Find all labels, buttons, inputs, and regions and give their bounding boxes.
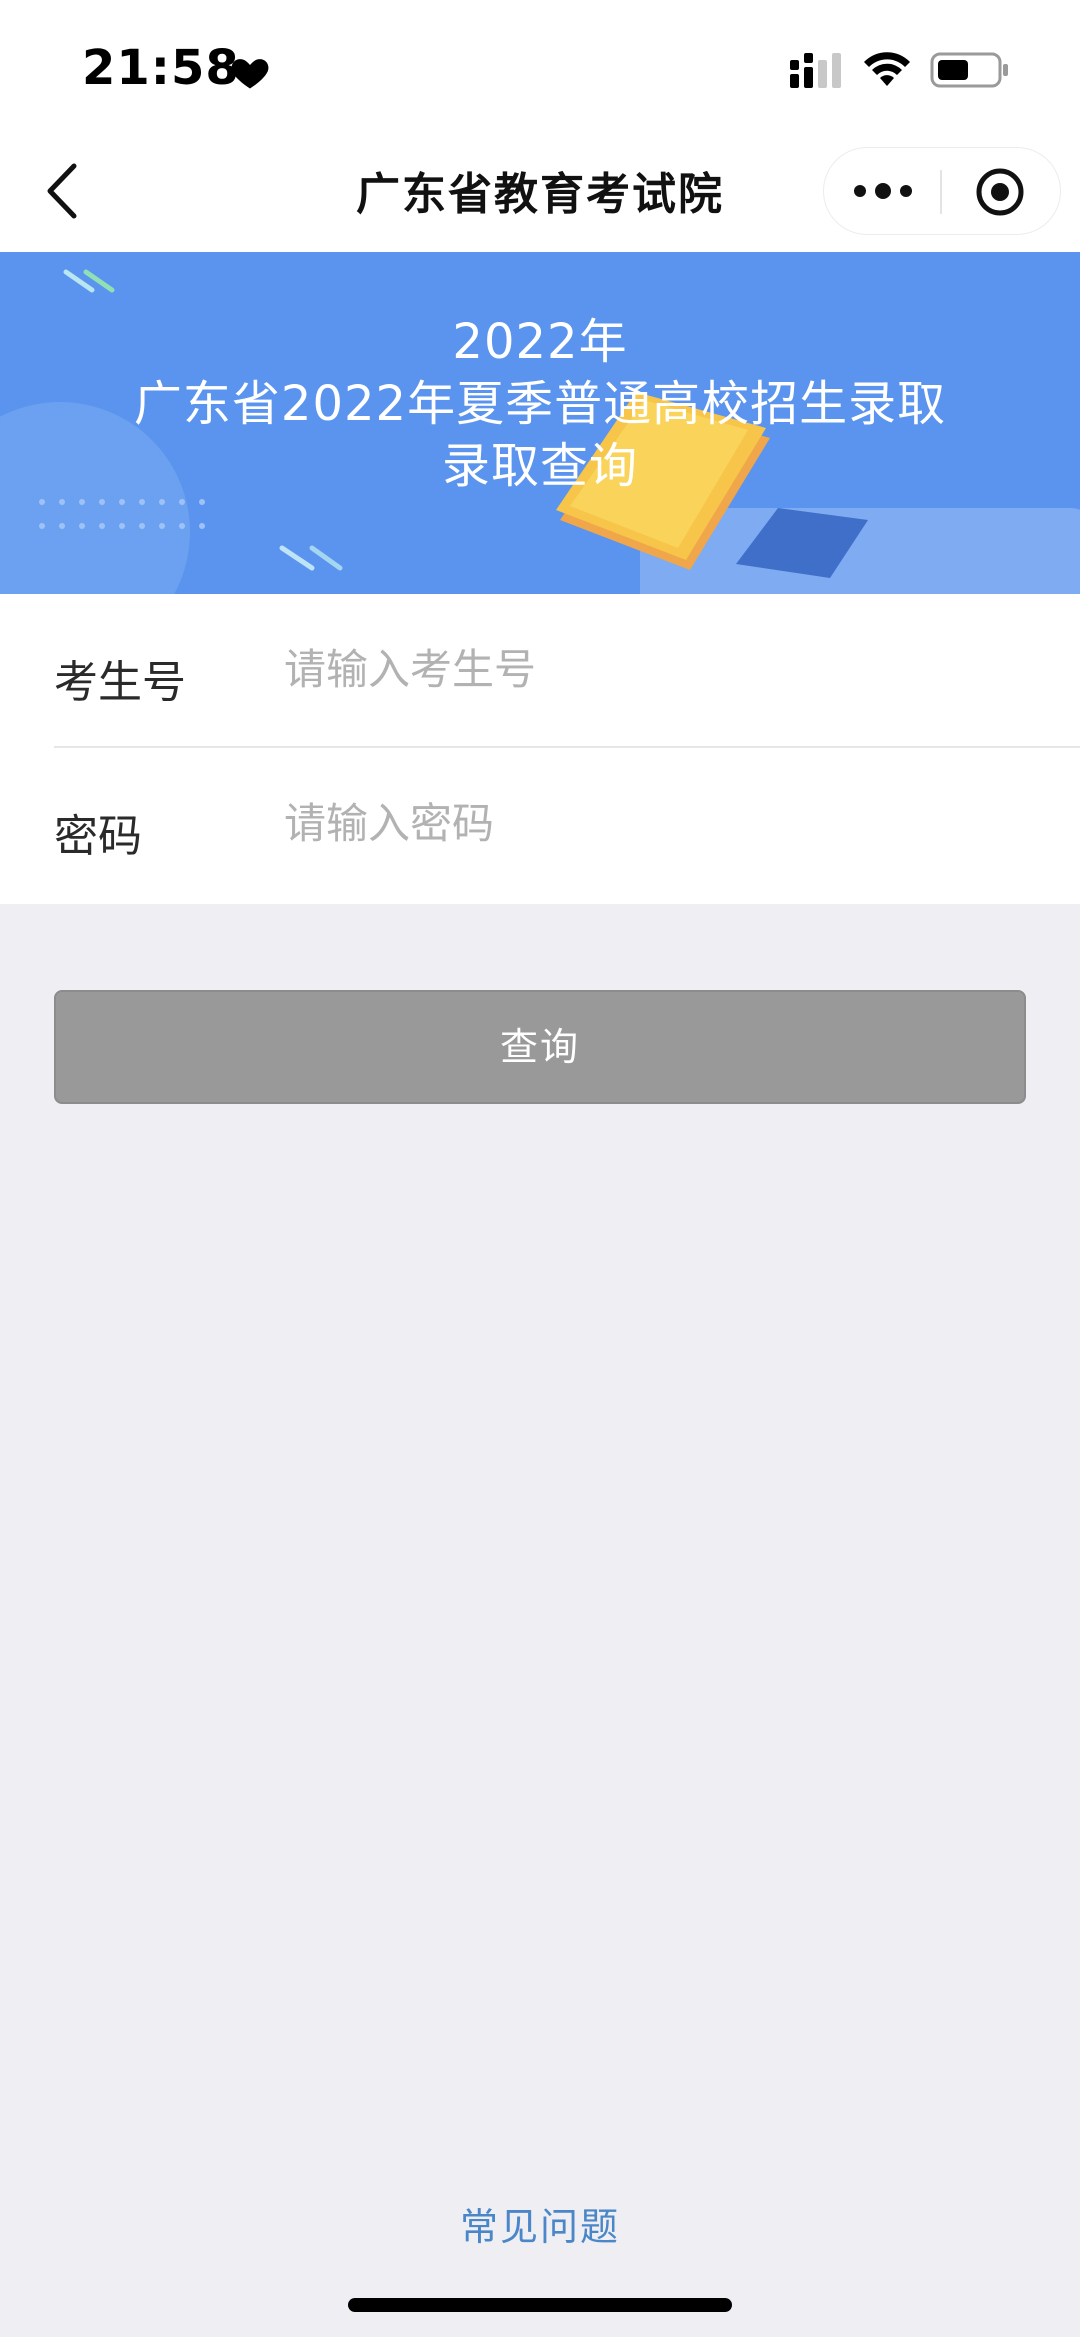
password-input[interactable] bbox=[284, 788, 1024, 858]
wifi-icon bbox=[864, 52, 910, 86]
nav-bar: 广东省教育考试院 bbox=[0, 130, 1080, 252]
status-time: 21:58 bbox=[82, 40, 240, 96]
banner-subtitle: 录取查询 bbox=[441, 438, 638, 494]
exam-number-input[interactable] bbox=[284, 634, 1024, 704]
password-label: 密码 bbox=[54, 811, 142, 862]
banner-year: 2022年 bbox=[452, 314, 628, 370]
heart-icon bbox=[231, 59, 269, 89]
battery-icon bbox=[930, 52, 1008, 88]
query-banner: 2022年 广东省2022年夏季普通高校招生录取 录取查询 bbox=[0, 252, 1080, 594]
signal-icon bbox=[790, 53, 841, 88]
home-indicator[interactable] bbox=[348, 2298, 732, 2312]
password-row: 密码 bbox=[0, 748, 1080, 902]
target-circle-icon[interactable] bbox=[974, 166, 1026, 218]
login-form: 考生号 密码 bbox=[0, 594, 1080, 904]
miniprogram-capsule bbox=[824, 148, 1060, 234]
banner-headline: 广东省2022年夏季普通高校招生录取 bbox=[133, 376, 947, 432]
query-button[interactable]: 查询 bbox=[54, 990, 1026, 1104]
capsule-divider bbox=[940, 170, 942, 214]
more-dots-icon[interactable] bbox=[848, 170, 918, 212]
exam-number-label: 考生号 bbox=[54, 657, 186, 708]
exam-number-row: 考生号 bbox=[0, 594, 1080, 748]
status-bar: 21:58 bbox=[0, 0, 1080, 130]
faq-link[interactable]: 常见问题 bbox=[0, 2196, 1080, 2251]
